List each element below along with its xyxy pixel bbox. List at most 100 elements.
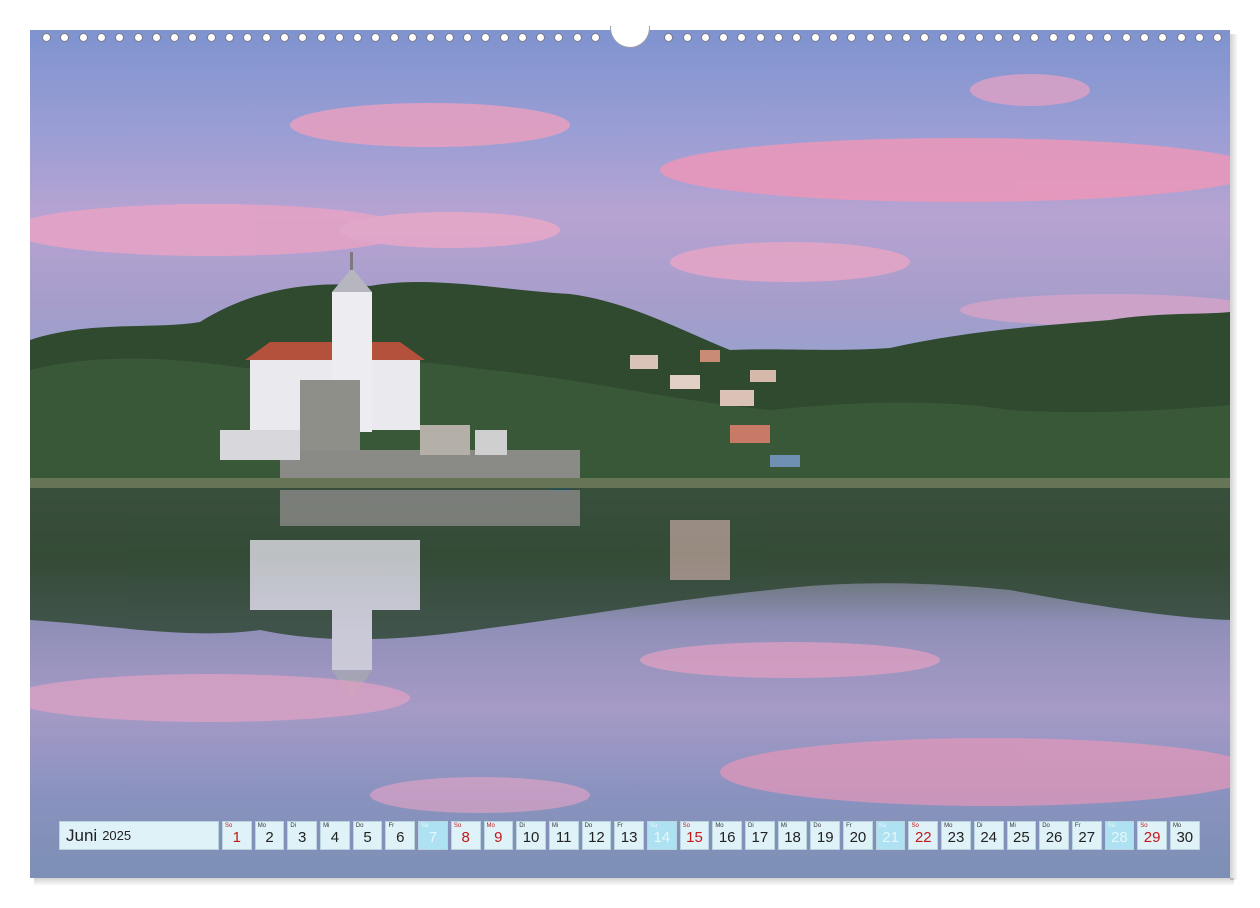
binding-ring	[1194, 33, 1204, 42]
binding-ring	[554, 33, 564, 42]
day-cell: Mo 23	[941, 821, 971, 850]
binding-ring	[1103, 33, 1113, 42]
binding-ring	[334, 33, 344, 42]
month-label: Juni 2025	[59, 821, 219, 850]
binding-ring	[462, 33, 472, 42]
binding-ring	[151, 33, 161, 42]
day-cell: Do 12	[581, 821, 612, 850]
binding-ring	[353, 33, 363, 42]
day-cell: Di 24	[973, 821, 1004, 850]
day-cell: So 15	[679, 821, 710, 850]
binding-ring	[1030, 33, 1040, 42]
binding-ring	[389, 33, 399, 42]
binding-ring	[975, 33, 985, 42]
day-cell: So 8	[450, 821, 481, 850]
binding-ring	[1213, 33, 1223, 42]
day-number: 12	[588, 829, 605, 846]
day-cell: Do 19	[810, 821, 841, 850]
day-cell: Mi 25	[1006, 821, 1037, 850]
binding-ring	[792, 33, 802, 42]
binding-ring	[115, 33, 125, 42]
binding-ring	[993, 33, 1003, 42]
binding-ring	[133, 33, 143, 42]
binding-ring	[444, 33, 454, 42]
binding-ring	[298, 33, 308, 42]
binding-ring	[828, 33, 838, 42]
day-number: 7	[428, 829, 438, 846]
binding-ring	[536, 33, 546, 42]
day-number: 24	[980, 829, 997, 846]
day-cell: Mi 11	[548, 821, 579, 850]
day-number: 11	[555, 829, 572, 846]
page-shadow-bottom	[34, 878, 1234, 886]
shoreline	[30, 478, 1230, 488]
day-number: 26	[1045, 829, 1063, 846]
month-name: Juni	[66, 825, 98, 845]
binding-ring	[60, 33, 70, 42]
page-shadow-right	[1230, 34, 1238, 880]
binding-ring	[1048, 33, 1058, 42]
binding-ring	[225, 33, 234, 42]
binding-ring	[938, 33, 948, 42]
day-cell: Mi 4	[320, 821, 350, 850]
day-cell: Mo 30	[1169, 821, 1200, 850]
day-cell: Di 17	[745, 821, 775, 850]
binding-ring	[572, 33, 582, 42]
binding-ring	[1066, 33, 1076, 42]
day-number: 9	[494, 829, 503, 846]
binding-ring	[42, 33, 51, 42]
binding-ring	[1176, 33, 1186, 42]
binding-ring	[774, 33, 783, 42]
binding-ring	[737, 33, 747, 42]
binding-ring	[408, 33, 417, 42]
day-cell: Fr 13	[614, 821, 644, 850]
day-number: 13	[620, 829, 638, 846]
binding-ring	[78, 33, 88, 42]
day-number: 21	[882, 829, 899, 846]
day-cell: Fr 20	[843, 821, 873, 850]
binding-ring	[170, 33, 180, 42]
day-cell: Sa 14	[646, 821, 677, 850]
day-cell: Sa 28	[1104, 821, 1135, 850]
binding-ring	[810, 33, 820, 42]
day-cell: So 22	[908, 821, 939, 850]
day-number: 29	[1143, 829, 1161, 846]
binding-ring	[957, 33, 966, 42]
calendar-photo	[30, 30, 1230, 878]
day-cell: Mi 18	[777, 821, 808, 850]
day-number: 10	[522, 829, 540, 846]
day-number: 6	[396, 829, 405, 846]
binding-ring	[188, 33, 198, 42]
day-cell: Do 26	[1039, 821, 1069, 850]
day-number: 20	[849, 829, 867, 846]
binding-ring	[1158, 33, 1168, 42]
day-cell: Mo 16	[712, 821, 742, 850]
binding-ring	[591, 33, 600, 42]
water-reflection	[30, 488, 1230, 700]
binding-ring	[96, 33, 106, 42]
day-number: 14	[653, 829, 671, 846]
binding-ring	[700, 33, 710, 42]
binding-ring	[865, 33, 875, 42]
day-number: 28	[1111, 829, 1128, 846]
day-number: 5	[363, 829, 372, 846]
binding-ring	[847, 33, 857, 42]
binding-ring	[261, 33, 271, 42]
water-cloud-reflections	[30, 642, 1230, 813]
day-number: 4	[330, 829, 340, 846]
binding-ring	[316, 33, 326, 42]
binding-ring	[902, 33, 912, 42]
day-number: 23	[947, 829, 965, 846]
day-cell: So 29	[1137, 821, 1167, 850]
day-number: 17	[751, 829, 769, 846]
day-cell: Sa 21	[875, 821, 906, 850]
day-cell: Fr 27	[1071, 821, 1102, 850]
calendar-strip: Juni 2025 So 1 Mo 2 Di 3 Mi 4 Do 5 Fr 6 Sa 7 So 8 Mo 9 Di 1…	[59, 821, 1200, 850]
binding-ring	[1085, 33, 1095, 42]
binding-ring	[371, 33, 381, 42]
binding-ring	[279, 33, 289, 42]
binding-ring	[481, 33, 491, 42]
binding-ring	[426, 33, 436, 42]
day-cell: Mo 9	[483, 821, 514, 850]
month-year: 2025	[102, 828, 132, 843]
